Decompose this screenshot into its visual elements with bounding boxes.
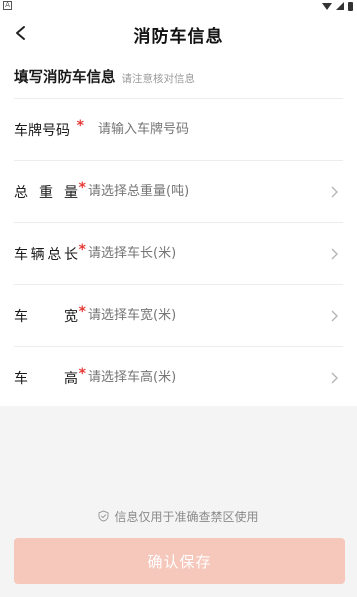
width-select[interactable] xyxy=(86,308,325,323)
required-mark: * xyxy=(78,241,86,258)
notice-text: 信息仅用于准确查禁区使用 xyxy=(114,509,259,524)
weight-row[interactable]: 总重量 * xyxy=(14,160,343,222)
length-row[interactable]: 车辆总长 * xyxy=(14,222,343,284)
page-title: 消防车信息 xyxy=(133,27,224,47)
header: 消防车信息 xyxy=(0,12,357,54)
section-header: 填写消防车信息 请注意核对信息 xyxy=(14,66,195,86)
height-label: 车高 * xyxy=(14,365,86,387)
height-select[interactable] xyxy=(86,370,325,385)
length-select[interactable] xyxy=(86,246,325,261)
weight-select[interactable] xyxy=(86,184,325,199)
plate-input[interactable] xyxy=(96,122,343,137)
height-row[interactable]: 车高 * xyxy=(14,346,343,408)
wifi-icon xyxy=(322,2,332,10)
required-mark: * xyxy=(76,117,84,134)
status-bar: A xyxy=(0,0,357,12)
chevron-right-icon xyxy=(325,245,343,263)
privacy-notice: 信息仅用于准确查禁区使用 xyxy=(0,506,357,526)
required-mark: * xyxy=(78,179,86,196)
chevron-right-icon xyxy=(325,369,343,387)
chevron-right-icon xyxy=(325,307,343,325)
length-label: 车辆总长 * xyxy=(14,241,86,263)
confirm-save-button[interactable]: 确认保存 xyxy=(14,538,345,584)
section-subtitle: 请注意核对信息 xyxy=(121,73,196,85)
required-mark: * xyxy=(78,365,86,382)
signal-icon xyxy=(336,2,344,10)
width-row[interactable]: 车宽 * xyxy=(14,284,343,346)
chevron-right-icon xyxy=(325,183,343,201)
section-title: 填写消防车信息 xyxy=(14,70,116,86)
weight-label: 总重量 * xyxy=(14,179,86,201)
plate-label: 车牌号码 * xyxy=(14,117,84,139)
form-card: 填写消防车信息 请注意核对信息 车牌号码 * 总重量 * 车辆总长 * xyxy=(0,54,357,406)
notification-icon: A xyxy=(3,1,12,10)
plate-row[interactable]: 车牌号码 * xyxy=(14,98,343,160)
shield-check-icon xyxy=(98,510,109,522)
status-icons xyxy=(322,0,353,12)
required-mark: * xyxy=(78,303,86,320)
battery-icon xyxy=(348,1,353,11)
width-label: 车宽 * xyxy=(14,303,86,325)
